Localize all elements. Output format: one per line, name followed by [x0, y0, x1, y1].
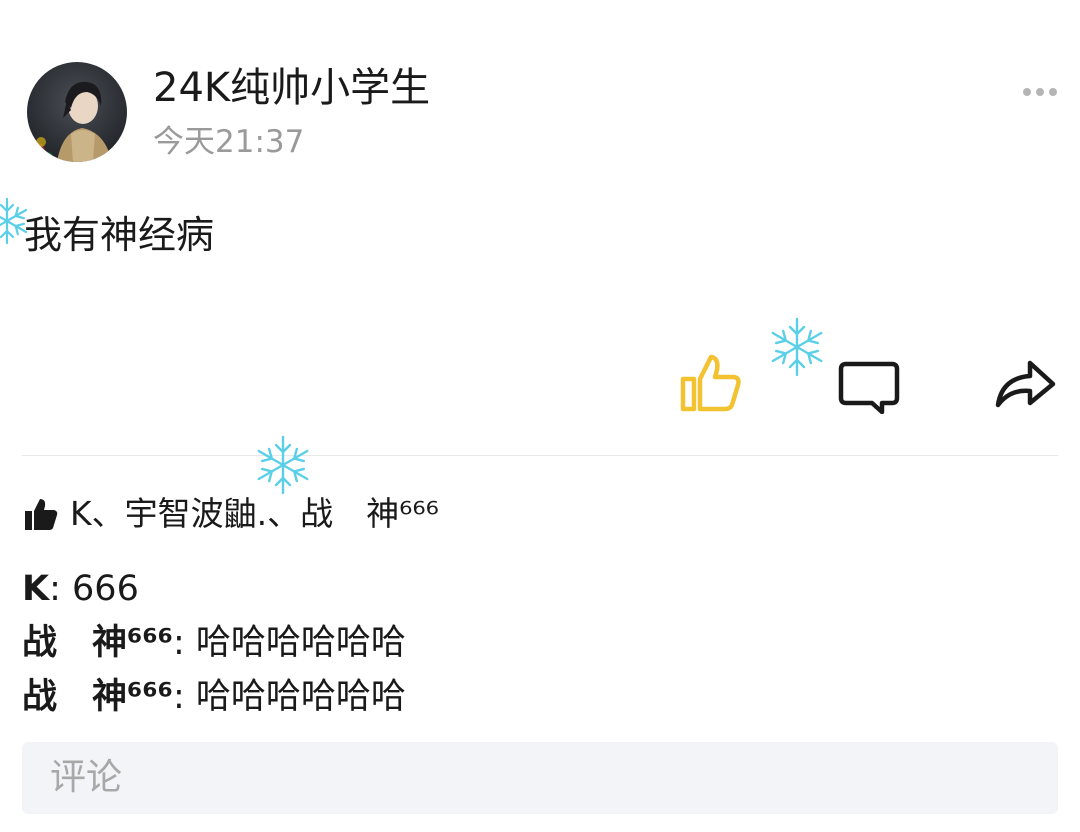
comment-item[interactable]: K: 666: [22, 566, 139, 612]
avatar-image: [27, 62, 127, 162]
post-timestamp: 今天21:37: [153, 124, 305, 160]
username[interactable]: 24K纯帅小学生: [153, 64, 430, 112]
comment-input[interactable]: 评论: [22, 742, 1058, 814]
comment-bubble-icon: [838, 361, 900, 415]
snowflake-icon: [771, 317, 823, 377]
post-content: 我有神经病: [24, 213, 215, 257]
comment-text: : 哈哈哈哈哈哈: [173, 623, 406, 663]
snowflake-icon: [257, 435, 309, 495]
avatar[interactable]: [27, 62, 127, 162]
more-dots-icon: [1023, 88, 1057, 96]
share-arrow-icon: [995, 360, 1056, 408]
thumbs-up-filled-icon: [25, 499, 58, 530]
likes-row: K、宇智波鼬.、战 神⁶⁶⁶: [24, 492, 439, 536]
divider: [22, 455, 1058, 456]
comment-text: : 哈哈哈哈哈哈: [173, 677, 406, 717]
share-button[interactable]: [994, 358, 1056, 410]
comment-item[interactable]: 战 神⁶⁶⁶: 哈哈哈哈哈哈: [22, 620, 406, 666]
likes-names[interactable]: K、宇智波鼬.、战 神⁶⁶⁶: [70, 492, 439, 536]
comment-text: : 666: [49, 569, 139, 609]
comment-author[interactable]: 战 神⁶⁶⁶: [22, 677, 173, 717]
comment-button[interactable]: [838, 360, 900, 415]
like-button[interactable]: [680, 352, 742, 414]
comment-input-placeholder: 评论: [50, 757, 123, 798]
comment-item[interactable]: 战 神⁶⁶⁶: 哈哈哈哈哈哈: [22, 674, 406, 720]
more-button[interactable]: [1021, 80, 1061, 104]
thumbs-up-icon: [680, 354, 741, 412]
comment-author[interactable]: 战 神⁶⁶⁶: [22, 623, 173, 663]
comment-author[interactable]: K: [22, 569, 49, 609]
